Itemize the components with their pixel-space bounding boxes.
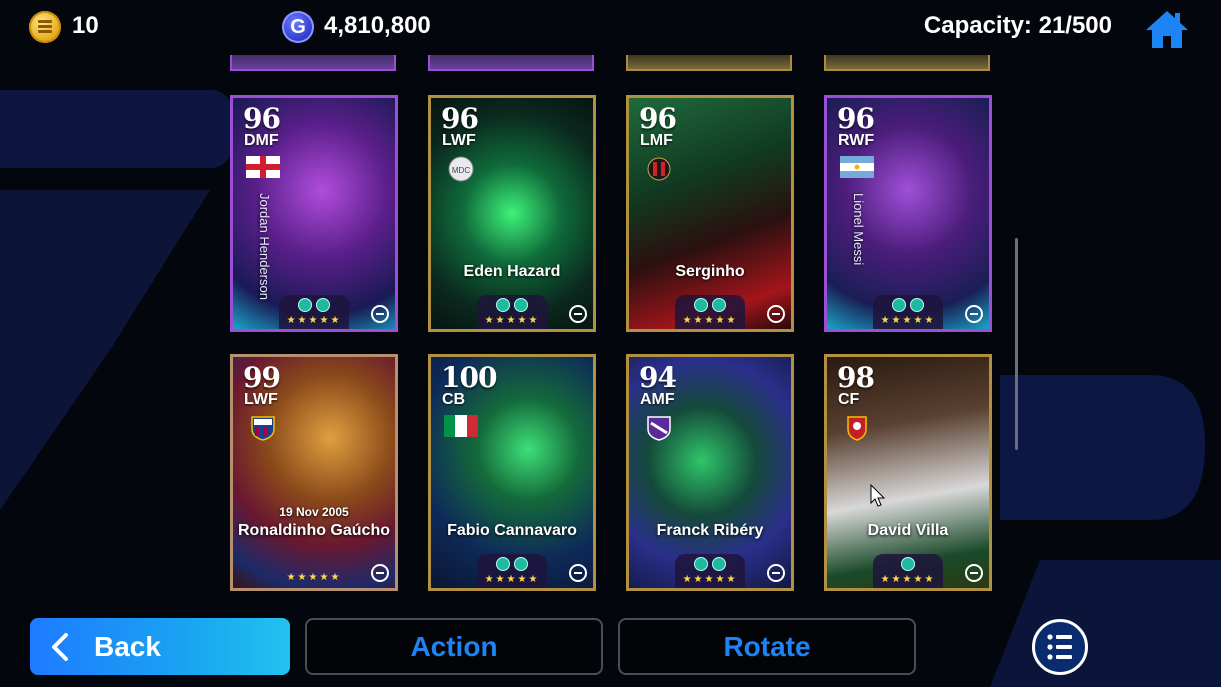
efootball-logo-icon xyxy=(371,305,389,323)
card-stars: ★★★★★ xyxy=(682,574,738,585)
card-stars: ★★★★★ xyxy=(682,315,738,326)
player-card[interactable]: 99 LWF 19 Nov 2005 Ronaldinho Gaúcho ★★★… xyxy=(230,354,398,591)
skill-badges xyxy=(496,557,528,571)
efootball-logo-icon xyxy=(569,564,587,582)
capacity-text: Capacity: 21/500 xyxy=(923,12,1112,39)
back-button-label: Back xyxy=(94,630,161,662)
player-card[interactable]: 96 LMF Serginho ★★★★★ xyxy=(626,95,794,332)
list-menu-button[interactable] xyxy=(1032,619,1088,675)
efootball-logo-icon xyxy=(767,305,785,323)
card-position: LWF xyxy=(442,132,476,149)
card-player-name: Eden Hazard xyxy=(463,263,561,280)
skill-badges xyxy=(496,298,528,312)
card-player-name: Fabio Cannavaro xyxy=(447,522,577,539)
card-rating: 96 xyxy=(639,102,677,135)
efootball-logo-icon xyxy=(965,564,983,582)
card-stars: ★★★★★ xyxy=(286,572,342,583)
card-stars: ★★★★★ xyxy=(880,574,936,585)
coins-balance: 10 xyxy=(72,12,99,39)
partial-card-top[interactable] xyxy=(428,55,594,71)
coin-icon xyxy=(29,11,61,43)
club-crest-icon: MDC xyxy=(448,156,474,182)
card-player-name: Jordan Henderson xyxy=(257,193,272,300)
card-player-name: Ronaldinho Gaúcho xyxy=(238,522,390,539)
card-rating: 94 xyxy=(639,361,677,394)
back-button[interactable]: Back xyxy=(30,618,290,675)
player-card[interactable]: 100 CB Fabio Cannavaro ★★★★★ xyxy=(428,354,596,591)
card-rating: 99 xyxy=(243,361,281,394)
partial-card-top[interactable] xyxy=(824,55,990,71)
card-rating: 100 xyxy=(441,361,497,394)
vertical-scrollbar[interactable] xyxy=(1015,238,1018,450)
card-player-name: David Villa xyxy=(867,522,949,539)
gp-balance: 4,810,800 xyxy=(324,12,431,39)
efootball-logo-icon xyxy=(569,305,587,323)
action-button-label: Action xyxy=(410,630,498,662)
card-position: LMF xyxy=(640,132,673,149)
skill-badges xyxy=(892,298,924,312)
efootball-logo-icon xyxy=(965,305,983,323)
gp-coin-icon: G xyxy=(282,11,314,43)
skill-badges xyxy=(901,557,915,571)
list-menu-icon xyxy=(1047,634,1072,660)
club-crest-icon xyxy=(647,416,671,441)
card-position: CB xyxy=(442,391,466,408)
card-position: AMF xyxy=(640,391,675,408)
card-position: DMF xyxy=(244,132,279,149)
card-player-name: Lionel Messi xyxy=(851,193,866,266)
rotate-button[interactable]: Rotate xyxy=(618,618,916,675)
rotate-button-label: Rotate xyxy=(723,630,811,662)
top-bar: 10 G 4,810,800 Capacity: 21/500 xyxy=(0,0,1221,55)
efootball-logo-icon xyxy=(371,564,389,582)
card-rating: 96 xyxy=(837,102,875,135)
card-moment-date: 19 Nov 2005 xyxy=(279,505,349,519)
partial-card-top[interactable] xyxy=(230,55,396,71)
card-rating: 96 xyxy=(243,102,281,135)
card-stars: ★★★★★ xyxy=(880,315,936,326)
argentina-flag-icon xyxy=(840,156,874,178)
italy-flag-icon xyxy=(444,415,478,437)
home-icon[interactable] xyxy=(1144,8,1190,50)
skill-badges xyxy=(298,298,330,312)
player-card[interactable]: 96 LWF MDC Eden Hazard ★★★★★ xyxy=(428,95,596,332)
chevron-left-icon xyxy=(52,632,68,661)
card-stars: ★★★★★ xyxy=(484,315,540,326)
card-stars: ★★★★★ xyxy=(286,315,342,326)
card-position: LWF xyxy=(244,391,278,408)
fc-barcelona-crest-icon xyxy=(251,416,275,441)
card-player-name: Serginho xyxy=(675,263,745,280)
england-flag-icon xyxy=(246,156,280,178)
player-card[interactable]: 96 RWF Lionel Messi ★★★★★ xyxy=(824,95,992,332)
player-card-grid: 96 DMF Jordan Henderson ★★★★★ 96 LWF MDC… xyxy=(226,55,996,605)
card-position: RWF xyxy=(838,132,875,149)
player-card[interactable]: 96 DMF Jordan Henderson ★★★★★ xyxy=(230,95,398,332)
card-rating: 98 xyxy=(837,361,875,394)
card-player-name: Franck Ribéry xyxy=(656,522,764,539)
skill-badges xyxy=(694,298,726,312)
card-position: CF xyxy=(838,391,860,408)
partial-card-top[interactable] xyxy=(626,55,792,71)
efootball-logo-icon xyxy=(767,564,785,582)
player-card[interactable]: 98 CF David Villa ★★★★★ xyxy=(824,354,992,591)
ac-milan-crest-icon xyxy=(647,157,671,181)
svg-text:MDC: MDC xyxy=(452,166,470,175)
card-rating: 96 xyxy=(441,102,479,135)
club-crest-icon xyxy=(847,416,867,441)
skill-badges xyxy=(694,557,726,571)
action-button[interactable]: Action xyxy=(305,618,603,675)
card-stars: ★★★★★ xyxy=(484,574,540,585)
player-card[interactable]: 94 AMF Franck Ribéry ★★★★★ xyxy=(626,354,794,591)
mouse-cursor-icon xyxy=(870,484,886,507)
